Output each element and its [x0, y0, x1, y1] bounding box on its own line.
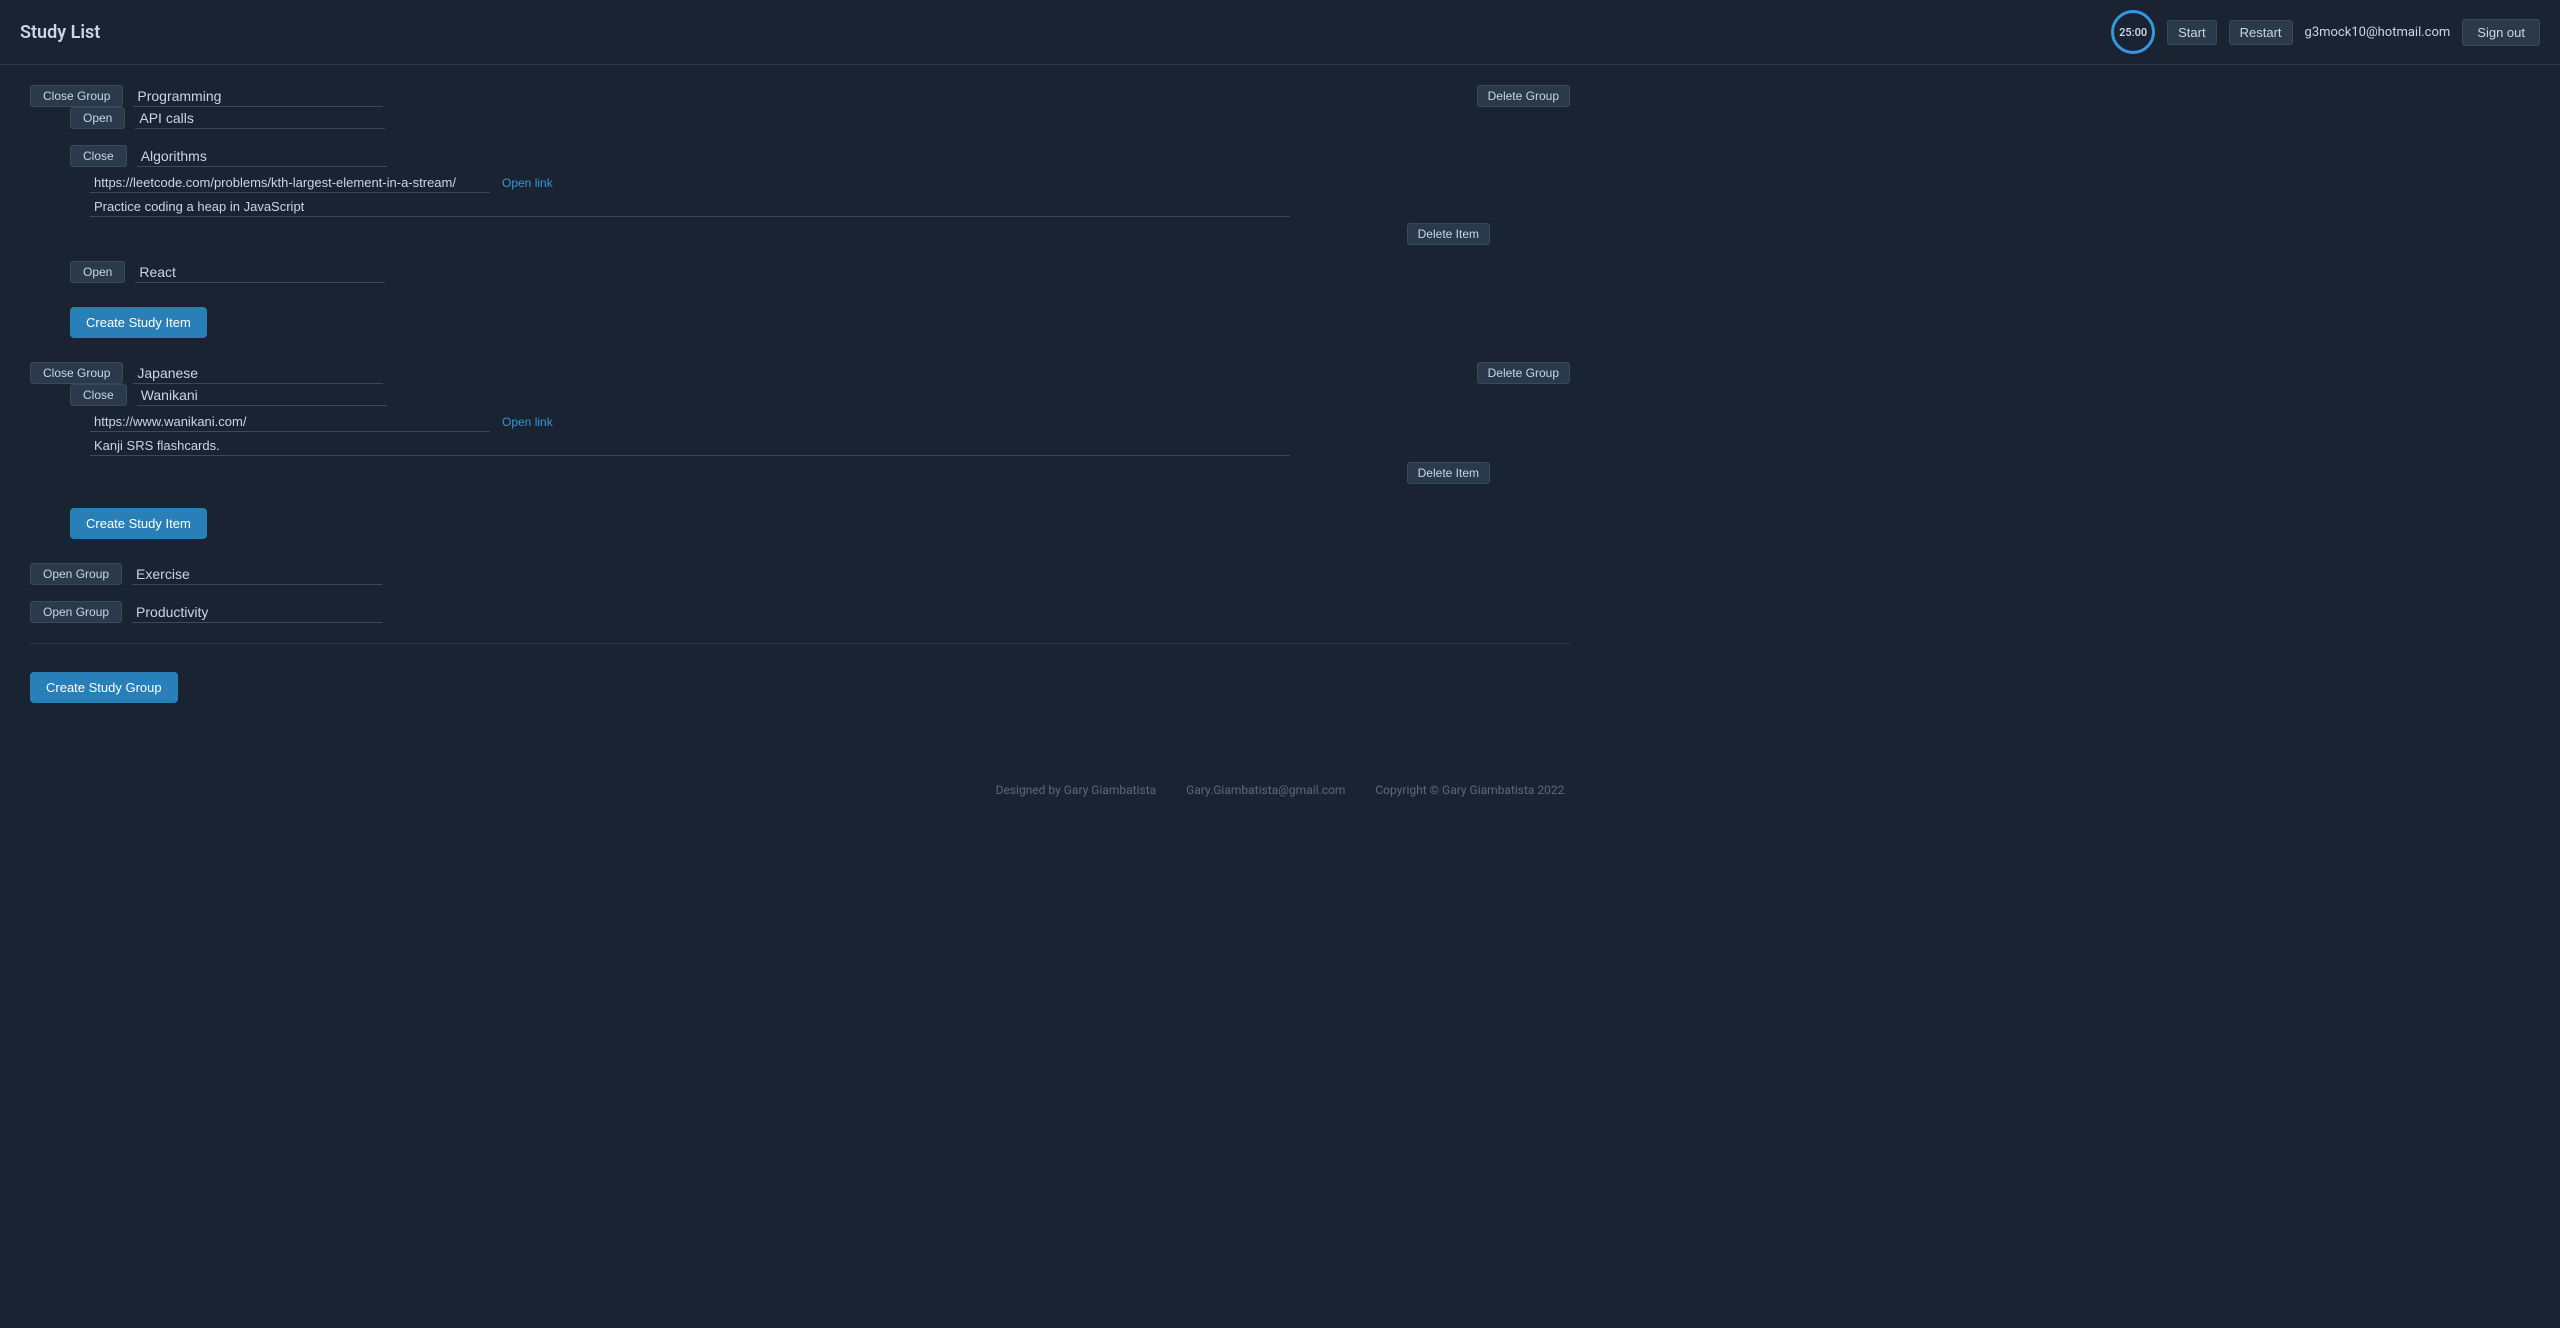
- delete-algorithms-button[interactable]: Delete Item: [1407, 223, 1490, 245]
- footer-copyright: Copyright © Gary Giambatista 2022: [1375, 783, 1564, 797]
- group-exercise: Open Group: [30, 563, 1570, 585]
- toggle-productivity-button[interactable]: Open Group: [30, 601, 122, 623]
- group-name-exercise[interactable]: [132, 564, 382, 585]
- item-link-algorithms[interactable]: [90, 173, 490, 193]
- item-name-wanikani[interactable]: [137, 385, 387, 406]
- item-link-wanikani[interactable]: [90, 412, 490, 432]
- item-notes-wanikani[interactable]: [90, 436, 1290, 456]
- item-link-row-algorithms: Open link: [90, 173, 1570, 193]
- main-content: Close Group Delete Group Open Close: [0, 65, 1600, 743]
- item-api-calls: Open: [70, 107, 1570, 129]
- group-items-programming: Open Close Open link Delete I: [70, 107, 1570, 346]
- main-divider: [30, 643, 1570, 644]
- page-title: Study List: [20, 22, 100, 43]
- group-header-productivity: Open Group: [30, 601, 1570, 623]
- group-header-left-exercise: Open Group: [30, 563, 382, 585]
- toggle-wanikani-button[interactable]: Close: [70, 384, 127, 406]
- item-details-algorithms: Open link Delete Item: [90, 173, 1570, 245]
- group-japanese: Close Group Delete Group Close Open link: [30, 362, 1570, 547]
- header: Study List 25:00 Start Restart g3mock10@…: [0, 0, 2560, 65]
- item-header-wanikani: Close: [70, 384, 1570, 406]
- group-header-exercise: Open Group: [30, 563, 1570, 585]
- item-actions-wanikani: Delete Item: [90, 462, 1490, 484]
- header-controls: 25:00 Start Restart g3mock10@hotmail.com…: [2111, 10, 2540, 54]
- group-programming: Close Group Delete Group Open Close: [30, 85, 1570, 346]
- item-link-row-wanikani: Open link: [90, 412, 1570, 432]
- group-items-japanese: Close Open link Delete Item Create Study…: [70, 384, 1570, 547]
- group-name-productivity[interactable]: [132, 602, 382, 623]
- item-wanikani: Close Open link Delete Item: [70, 384, 1570, 484]
- toggle-programming-button[interactable]: Close Group: [30, 85, 123, 107]
- item-name-react[interactable]: [135, 262, 385, 283]
- delete-japanese-button[interactable]: Delete Group: [1477, 362, 1570, 384]
- toggle-react-button[interactable]: Open: [70, 261, 125, 283]
- group-header-left-productivity: Open Group: [30, 601, 382, 623]
- create-study-item-programming-button[interactable]: Create Study Item: [70, 307, 207, 338]
- footer-email: Gary.Giambatista@gmail.com: [1186, 783, 1345, 797]
- signout-button[interactable]: Sign out: [2462, 19, 2540, 46]
- footer-designed-by: Designed by Gary Giambatista: [996, 783, 1157, 797]
- start-button[interactable]: Start: [2167, 20, 2216, 45]
- open-link-algorithms-button[interactable]: Open link: [502, 176, 553, 190]
- open-link-wanikani-button[interactable]: Open link: [502, 415, 553, 429]
- create-study-group-button[interactable]: Create Study Group: [30, 672, 178, 703]
- item-notes-algorithms[interactable]: [90, 197, 1290, 217]
- footer: Designed by Gary Giambatista Gary.Giamba…: [0, 763, 2560, 817]
- delete-wanikani-button[interactable]: Delete Item: [1407, 462, 1490, 484]
- create-study-item-japanese-button[interactable]: Create Study Item: [70, 508, 207, 539]
- item-name-api-calls[interactable]: [135, 108, 385, 129]
- restart-button[interactable]: Restart: [2229, 20, 2293, 45]
- toggle-algorithms-button[interactable]: Close: [70, 145, 127, 167]
- group-header-left-japanese: Close Group: [30, 362, 383, 384]
- timer-display: 25:00: [2111, 10, 2155, 54]
- item-react: Open: [70, 261, 1570, 283]
- group-name-japanese[interactable]: [133, 363, 383, 384]
- group-header-left-programming: Close Group: [30, 85, 383, 107]
- item-algorithms: Close Open link Delete Item: [70, 145, 1570, 245]
- toggle-api-calls-button[interactable]: Open: [70, 107, 125, 129]
- toggle-exercise-button[interactable]: Open Group: [30, 563, 122, 585]
- group-header-programming: Close Group Delete Group: [30, 85, 1570, 107]
- group-header-japanese: Close Group Delete Group: [30, 362, 1570, 384]
- item-name-algorithms[interactable]: [137, 146, 387, 167]
- group-name-programming[interactable]: [133, 86, 383, 107]
- item-header-api-calls: Open: [70, 107, 1570, 129]
- delete-programming-button[interactable]: Delete Group: [1477, 85, 1570, 107]
- item-details-wanikani: Open link Delete Item: [90, 412, 1570, 484]
- item-header-react: Open: [70, 261, 1570, 283]
- user-email: g3mock10@hotmail.com: [2305, 25, 2451, 40]
- group-productivity: Open Group: [30, 601, 1570, 623]
- toggle-japanese-button[interactable]: Close Group: [30, 362, 123, 384]
- item-actions-algorithms: Delete Item: [90, 223, 1490, 245]
- item-header-algorithms: Close: [70, 145, 1570, 167]
